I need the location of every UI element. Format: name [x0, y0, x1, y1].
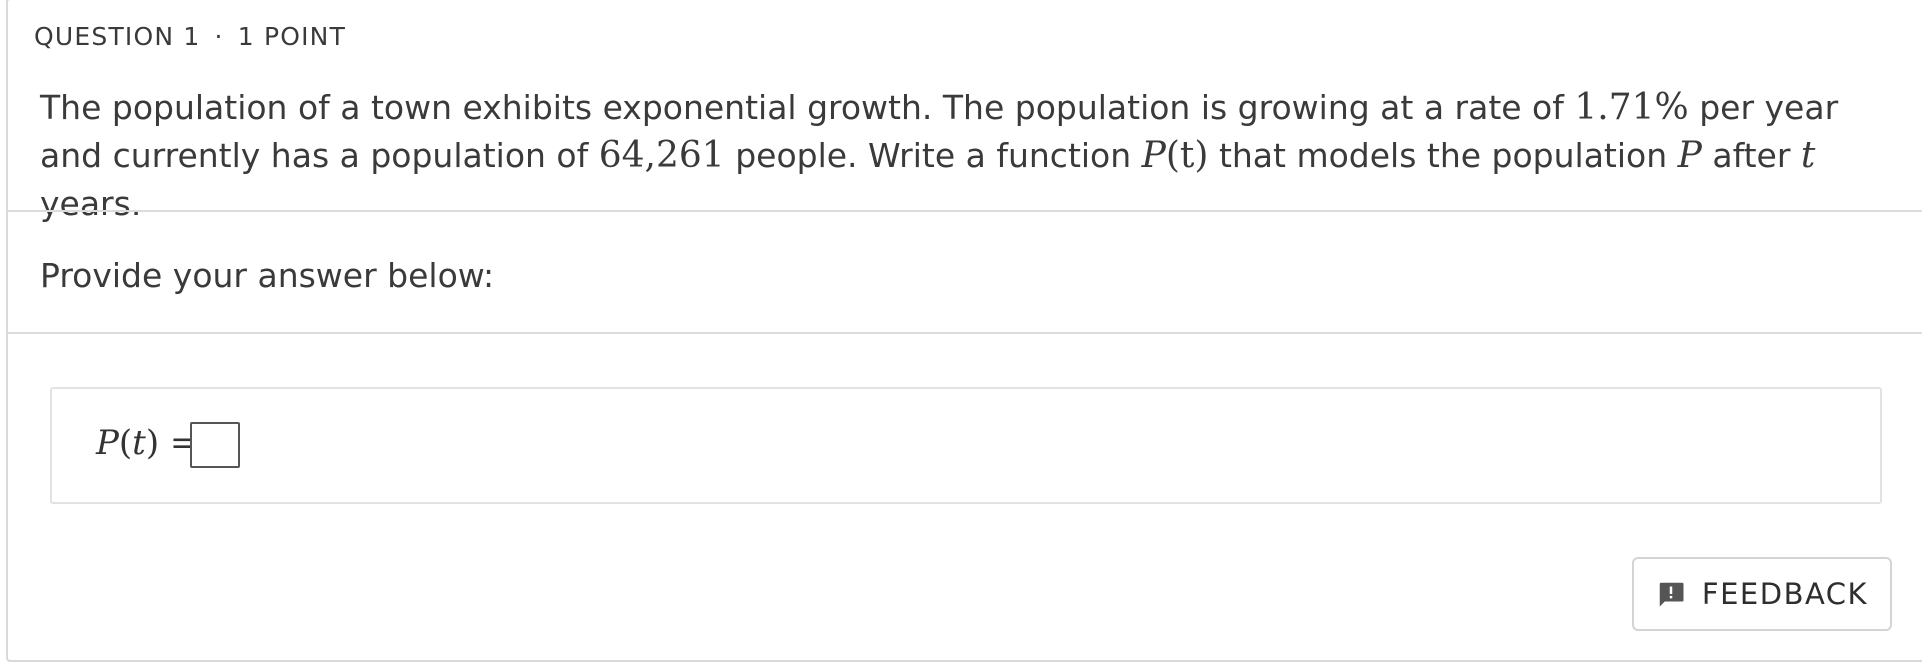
question-text-part6: years.: [40, 184, 142, 223]
question-header: QUESTION 1 · 1 POINT: [34, 22, 346, 51]
answer-label-var: t: [132, 423, 146, 463]
answer-input[interactable]: [190, 422, 240, 468]
answer-prompt: Provide your answer below:: [40, 256, 495, 295]
question-text: The population of a town exhibits expone…: [40, 84, 1890, 228]
question-text-part1: The population of a town exhibits expone…: [40, 88, 1575, 127]
function-arg: (t): [1165, 135, 1209, 176]
feedback-icon: [1659, 582, 1684, 607]
answer-label: P(t) =: [96, 423, 198, 463]
answer-label-paren-close: ): [145, 423, 160, 463]
feedback-label: FEEDBACK: [1701, 577, 1869, 611]
answer-label-paren-open: (: [118, 423, 133, 463]
answer-label-func: P: [96, 423, 119, 463]
divider-prompt: [6, 332, 1922, 334]
variable-p: P: [1677, 135, 1702, 176]
question-text-part5: after: [1701, 136, 1801, 175]
question-number: QUESTION 1: [34, 22, 201, 51]
header-separator: ·: [214, 22, 224, 51]
function-name: P: [1141, 135, 1166, 176]
answer-area: P(t) =: [50, 387, 1882, 504]
current-population: 64,261: [598, 135, 725, 176]
question-text-part3: people. Write a function: [724, 136, 1142, 175]
divider-question: [6, 210, 1922, 212]
variable-t: t: [1800, 135, 1816, 176]
feedback-button[interactable]: FEEDBACK: [1632, 557, 1892, 631]
growth-rate: 1.71%: [1574, 87, 1689, 128]
question-points: 1 POINT: [237, 22, 347, 51]
question-text-part4: that models the population: [1208, 136, 1678, 175]
